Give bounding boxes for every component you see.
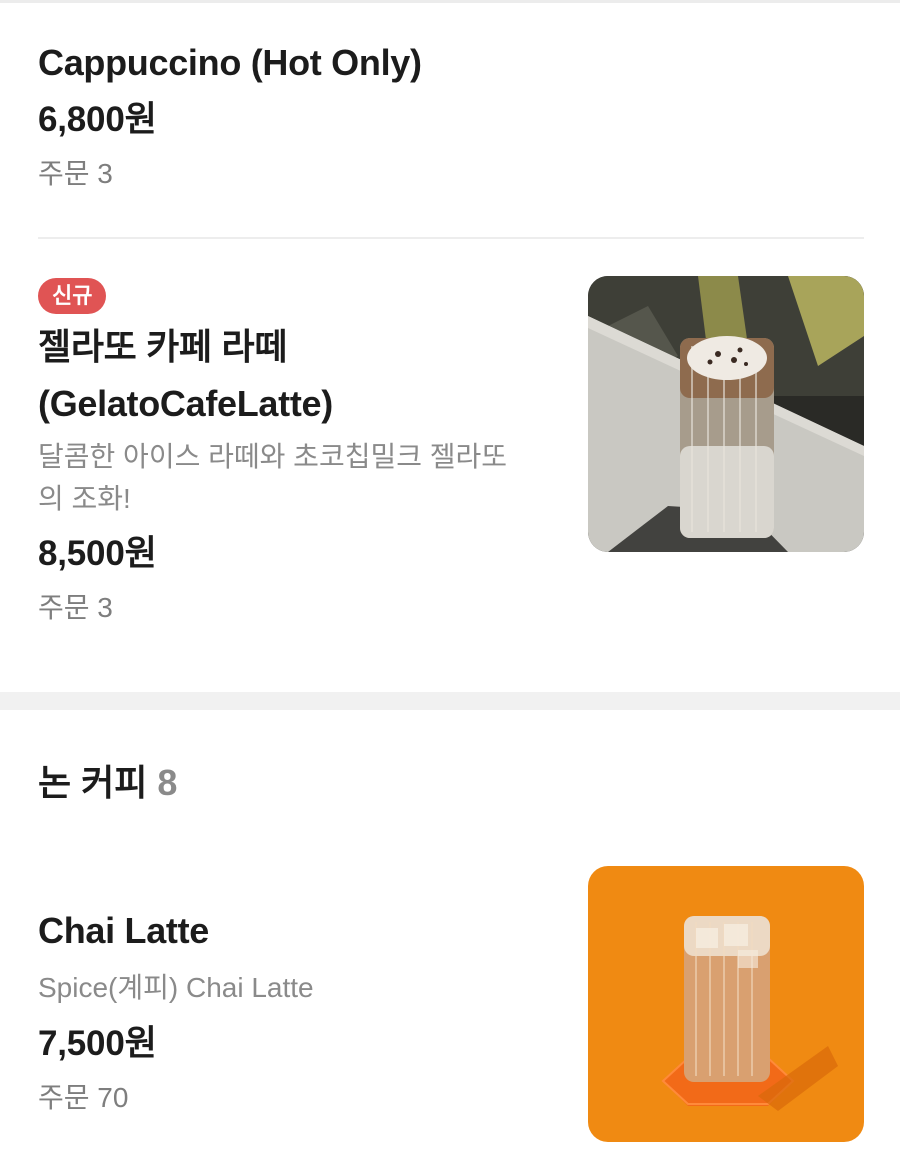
top-divider xyxy=(0,0,900,3)
chai-latte-image[interactable] xyxy=(588,866,864,1142)
item-name-line2: (GelatoCafeLatte) xyxy=(38,383,333,424)
chai-latte-photo-icon xyxy=(588,866,864,1142)
item-description-line2: 의 조화! xyxy=(38,483,131,514)
item-price: 8,500원 xyxy=(38,534,157,573)
menu-item-cappuccino[interactable]: Cappuccino (Hot Only) 6,800원 주문 3 xyxy=(38,34,864,200)
item-name: Chai Latte xyxy=(38,910,210,951)
item-order-count: 주문 3 xyxy=(38,592,113,623)
item-name-line1: 젤라또 카페 라떼 xyxy=(38,326,288,367)
new-badge: 신규 xyxy=(38,278,107,314)
item-price: 7,500원 xyxy=(38,1024,157,1063)
section-separator xyxy=(0,692,900,710)
item-description: Spice(계피) Chai Latte xyxy=(38,972,314,1003)
item-divider xyxy=(38,237,864,239)
gelato-latte-image[interactable] xyxy=(588,276,864,552)
section-title-non-coffee: 논 커피 8 xyxy=(38,758,177,808)
item-name: Cappuccino (Hot Only) xyxy=(38,42,422,83)
section-name: 논 커피 xyxy=(38,762,148,803)
item-order-count: 주문 3 xyxy=(38,158,113,189)
gelato-latte-photo-icon xyxy=(588,276,864,552)
section-count: 8 xyxy=(157,762,178,803)
item-description-line1: 달콤한 아이스 라떼와 초코칩밀크 젤라또 xyxy=(38,441,508,472)
item-order-count: 주문 70 xyxy=(38,1082,129,1113)
item-price: 6,800원 xyxy=(38,100,157,139)
